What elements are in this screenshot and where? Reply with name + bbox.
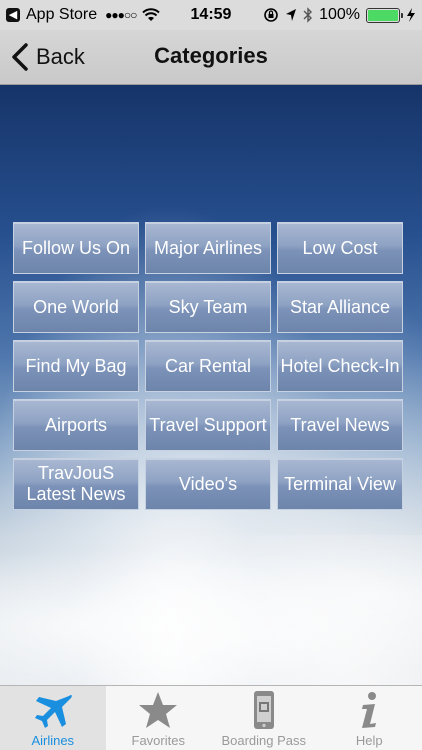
category-terminal-view-button[interactable]: Terminal View [277, 458, 403, 510]
category-star-alliance-button[interactable]: Star Alliance [277, 281, 403, 333]
category-low-cost-button[interactable]: Low Cost [277, 222, 403, 274]
tab-label: Favorites [131, 733, 185, 748]
phone-icon [253, 691, 274, 729]
category-travel-support-button[interactable]: Travel Support [145, 399, 271, 451]
info-icon [362, 692, 377, 728]
category-one-world-button[interactable]: One World [13, 281, 139, 333]
category-grid: Follow Us On Major Airlines Low Cost One… [13, 222, 403, 510]
bluetooth-icon [303, 7, 313, 23]
battery-fill [368, 9, 398, 21]
tab-label: Help [355, 733, 383, 748]
location-icon [286, 9, 297, 21]
category-hotel-check-in-button[interactable]: Hotel Check-In [277, 340, 403, 392]
category-videos-button[interactable]: Video's [145, 458, 271, 510]
status-right: 100% [263, 6, 416, 24]
tab-boarding-pass[interactable]: Boarding Pass [211, 686, 317, 750]
tab-airlines[interactable]: Airlines [0, 686, 106, 750]
charging-icon [407, 8, 415, 22]
navigation-bar: Back Categories [0, 30, 422, 85]
carrier-label[interactable]: App Store [26, 6, 97, 24]
tab-favorites[interactable]: Favorites [106, 686, 212, 750]
rotation-lock-icon [264, 8, 278, 22]
tab-label: Airlines [31, 733, 75, 748]
wifi-icon [142, 8, 161, 21]
category-follow-us-on-button[interactable]: Follow Us On [13, 222, 139, 274]
tab-label: Boarding Pass [221, 733, 307, 748]
category-car-rental-button[interactable]: Car Rental [145, 340, 271, 392]
page-title: Categories [154, 43, 268, 68]
content-area: Follow Us On Major Airlines Low Cost One… [0, 85, 422, 685]
category-find-my-bag-button[interactable]: Find My Bag [13, 340, 139, 392]
category-travjous-latest-news-button[interactable]: TravJouS Latest News [13, 458, 139, 510]
signal-strength-icon: ●●●○○ [105, 8, 137, 22]
category-major-airlines-button[interactable]: Major Airlines [145, 222, 271, 274]
category-sky-team-button[interactable]: Sky Team [145, 281, 271, 333]
category-travel-news-button[interactable]: Travel News [277, 399, 403, 451]
star-icon [139, 692, 178, 728]
category-airports-button[interactable]: Airports [13, 399, 139, 451]
status-bar: ◀ App Store ●●●○○ 14:59 100% [0, 0, 422, 30]
airplane-icon [34, 694, 72, 728]
tab-bar: Airlines Favorites Boarding Pass Help [0, 685, 422, 750]
battery-percent: 100% [319, 6, 360, 23]
back-to-app-icon[interactable]: ◀ [6, 8, 20, 22]
tab-help[interactable]: Help [317, 686, 422, 750]
cloud-background [0, 535, 422, 685]
battery-icon [366, 7, 403, 23]
